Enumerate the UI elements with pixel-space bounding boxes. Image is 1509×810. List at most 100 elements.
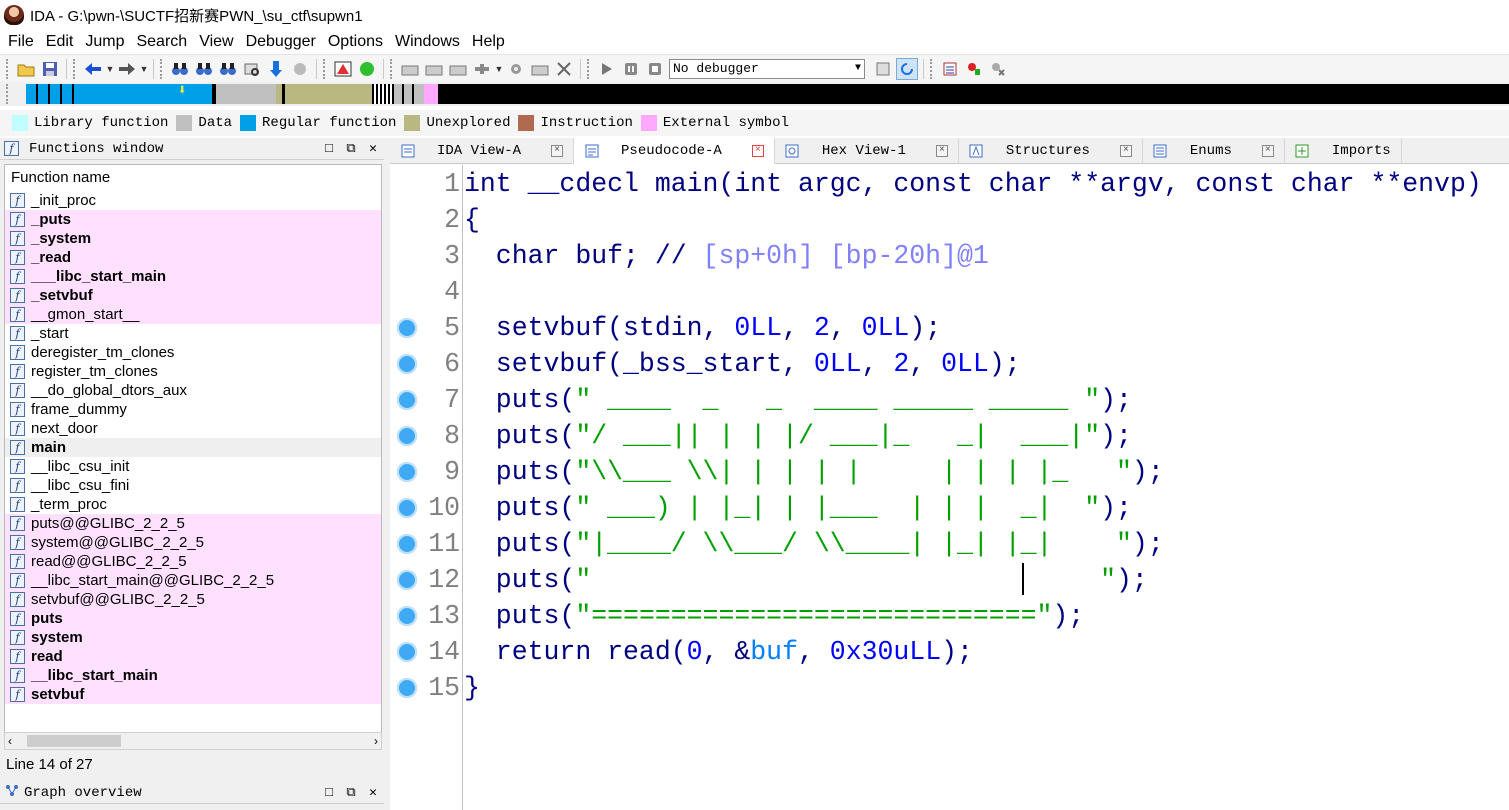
breakpoint-marker-icon[interactable] [397, 678, 417, 698]
menu-search[interactable]: Search [130, 33, 193, 51]
menu-file[interactable]: File [2, 33, 40, 51]
code-line[interactable]: 10 puts(" ___) | |_| | |___ | | | _| "); [390, 490, 1509, 526]
function-list-item[interactable]: f __gmon_start__ [5, 305, 381, 324]
back-dropdown-icon[interactable]: ▼ [105, 58, 115, 80]
binoculars-next-icon[interactable] [217, 58, 239, 80]
remove-breakpoint-icon[interactable] [987, 58, 1009, 80]
close-tab-icon[interactable]: × [551, 145, 564, 157]
disabled-tool-icon[interactable] [289, 58, 311, 80]
breakpoint-marker-icon[interactable] [397, 318, 417, 338]
menu-edit[interactable]: Edit [40, 33, 80, 51]
function-name-column-header[interactable]: Function name [5, 165, 381, 191]
function-list-item[interactable]: f read@@GLIBC_2_2_5 [5, 552, 381, 571]
code-line[interactable]: 11 puts("|____/ \\___/ \\____| |_| |_| "… [390, 526, 1509, 562]
breakpoint-marker-icon[interactable] [397, 606, 417, 626]
toolbar-grip[interactable] [587, 58, 591, 79]
pseudocode-view[interactable]: 1 int __cdecl main(int argc, const char *… [390, 165, 1509, 810]
close-tab-icon[interactable]: × [751, 144, 764, 157]
list-tool-icon[interactable] [939, 58, 961, 80]
breakpoint-marker-icon[interactable] [397, 570, 417, 590]
search-bytes-icon[interactable] [241, 58, 263, 80]
function-list-item[interactable]: f _term_proc [5, 495, 381, 514]
breakpoint-marker-icon[interactable] [397, 534, 417, 554]
code-line[interactable]: 2{ [390, 202, 1509, 238]
toolbar-grip[interactable] [6, 58, 10, 79]
code-line[interactable]: 9 puts("\\___ \\| | | | | | | | |_ "); [390, 454, 1509, 490]
function-list-item[interactable]: f next_door [5, 419, 381, 438]
code-line[interactable]: 4 [390, 274, 1509, 310]
breakpoint-marker-icon[interactable] [397, 462, 417, 482]
code-tool-icon[interactable] [423, 58, 445, 80]
edit-tool-icon[interactable] [529, 58, 551, 80]
breakpoint-marker-icon[interactable] [397, 390, 417, 410]
code-line[interactable]: 15} [390, 670, 1509, 706]
navigation-band[interactable]: ⬇ [20, 84, 1509, 104]
save-icon[interactable] [39, 58, 61, 80]
forward-arrow-icon[interactable] [116, 58, 138, 80]
tab-structures[interactable]: Structures × [959, 138, 1143, 164]
menu-windows[interactable]: Windows [389, 33, 466, 51]
function-list-item[interactable]: f deregister_tm_clones [5, 343, 381, 362]
code-line[interactable]: 5 setvbuf(stdin, 0LL, 2, 0LL); [390, 310, 1509, 346]
breakpoint-tool-icon[interactable] [963, 58, 985, 80]
function-list-item[interactable]: f _puts [5, 210, 381, 229]
close-tab-icon[interactable]: × [935, 145, 948, 157]
gear-tool-icon[interactable] [505, 58, 527, 80]
function-list-item[interactable]: f system@@GLIBC_2_2_5 [5, 533, 381, 552]
function-list-item[interactable]: f read [5, 647, 381, 666]
open-file-icon[interactable] [15, 58, 37, 80]
code-line[interactable]: 8 puts("/ ___|| | | |/ ___|_ _| ___|"); [390, 418, 1509, 454]
toolbar-grip[interactable] [323, 58, 327, 79]
pause-icon[interactable] [620, 58, 642, 80]
restore-icon[interactable]: □ [318, 141, 340, 156]
jump-down-arrow-icon[interactable] [265, 58, 287, 80]
refresh-icon[interactable] [896, 57, 918, 80]
binoculars-icon[interactable] [169, 58, 191, 80]
breakpoint-marker-icon[interactable] [397, 642, 417, 662]
tab-enums[interactable]: Enums × [1143, 138, 1285, 164]
stop-icon[interactable] [644, 58, 666, 80]
tab-ida-view-a[interactable]: IDA View-A × [390, 138, 575, 164]
breakpoint-marker-icon[interactable] [397, 354, 417, 374]
function-list-item[interactable]: f setvbuf [5, 685, 381, 704]
menu-jump[interactable]: Jump [79, 33, 130, 51]
green-circle-icon[interactable] [356, 58, 378, 80]
close-x-icon[interactable] [553, 58, 575, 80]
function-list-item[interactable]: f register_tm_clones [5, 362, 381, 381]
function-list-item[interactable]: f _init_proc [5, 191, 381, 210]
binoculars-text-icon[interactable] [193, 58, 215, 80]
code-line[interactable]: 13 puts("============================"); [390, 598, 1509, 634]
menu-debugger[interactable]: Debugger [240, 33, 322, 51]
function-list-item[interactable]: f __do_global_dtors_aux [5, 381, 381, 400]
code-line[interactable]: 7 puts(" ____ _ _ ____ _____ _____ "); [390, 382, 1509, 418]
back-arrow-icon[interactable] [82, 58, 104, 80]
function-list-item[interactable]: f setvbuf@@GLIBC_2_2_5 [5, 590, 381, 609]
warning-triangle-icon[interactable] [332, 58, 354, 80]
toolbar-grip[interactable] [930, 58, 934, 79]
add-tool-icon[interactable] [471, 58, 493, 80]
navband-grip[interactable] [6, 84, 10, 104]
debugger-select[interactable]: No debugger ▼ [669, 58, 865, 79]
close-tab-icon[interactable]: × [1119, 145, 1132, 157]
scroll-right-icon[interactable]: › [374, 734, 378, 748]
function-list-item[interactable]: f __libc_start_main@@GLIBC_2_2_5 [5, 571, 381, 590]
function-list-item[interactable]: f puts [5, 609, 381, 628]
float-icon[interactable]: ⧉ [340, 785, 362, 800]
code-line[interactable]: 3 char buf; // [sp+0h] [bp-20h]@1 [390, 238, 1509, 274]
function-list-item[interactable]: f _start [5, 324, 381, 343]
toolbar-grip[interactable] [73, 58, 77, 79]
function-list-item[interactable]: f _read [5, 248, 381, 267]
code-line[interactable]: 1 int __cdecl main(int argc, const char *… [390, 166, 1509, 202]
menu-view[interactable]: View [193, 33, 239, 51]
breakpoint-marker-icon[interactable] [397, 426, 417, 446]
data-tool-icon[interactable] [399, 58, 421, 80]
code-line[interactable]: 12 puts(" "); [390, 562, 1509, 598]
close-tab-icon[interactable]: × [1261, 145, 1274, 157]
code-line[interactable]: 6 setvbuf(_bss_start, 0LL, 2, 0LL); [390, 346, 1509, 382]
close-icon[interactable]: ✕ [362, 785, 384, 800]
function-list-item[interactable]: f system [5, 628, 381, 647]
tab-pseudocode-a[interactable]: Pseudocode-A × [574, 138, 775, 164]
tab-hex-view-1[interactable]: Hex View-1 × [775, 138, 959, 164]
restore-icon[interactable]: □ [318, 785, 340, 800]
code-line[interactable]: 14 return read(0, &buf, 0x30uLL); [390, 634, 1509, 670]
